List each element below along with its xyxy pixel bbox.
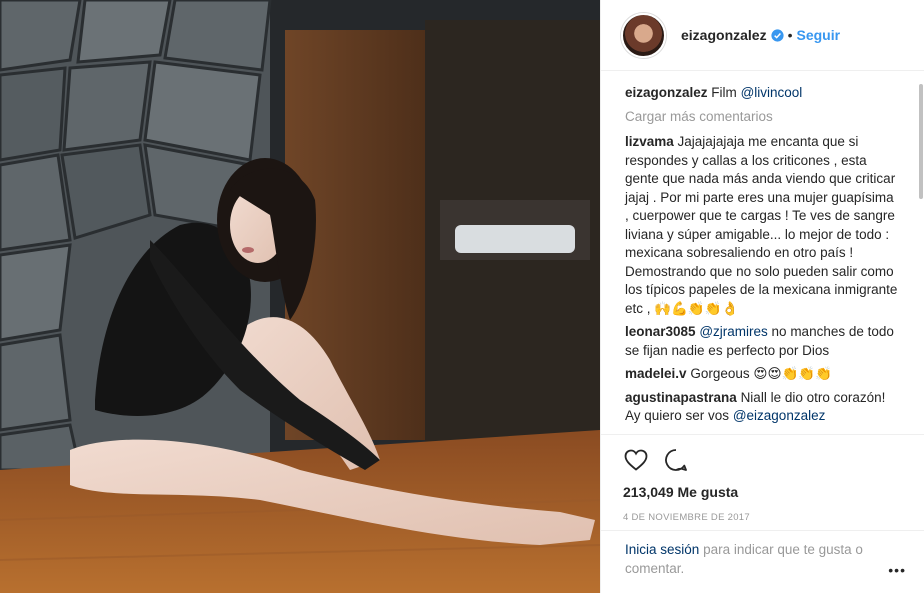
list-item: lizvama Jajajajajaja me encanta que si r… <box>625 133 900 318</box>
photo-illustration <box>0 0 600 593</box>
caption-text: Film <box>711 85 737 100</box>
caption: eizagonzalez Film @livincool <box>625 84 900 103</box>
caption-mention[interactable]: @livincool <box>741 85 803 100</box>
comment-emoji: 🙌💪👏👏👌 <box>654 300 739 317</box>
list-item: leonar3085 @zjramires no manches de todo… <box>625 323 900 360</box>
comment-text: Gorgeous <box>690 366 750 381</box>
caption-author[interactable]: eizagonzalez <box>625 85 708 100</box>
comment-user[interactable]: agustinapastrana <box>625 390 737 405</box>
comment-icon <box>665 449 687 471</box>
comment-text: Jajajajajaja me encanta que si responde​… <box>625 134 898 316</box>
load-more-comments[interactable]: Cargar más comentarios <box>625 108 900 127</box>
like-button[interactable] <box>623 447 649 473</box>
post-photo[interactable] <box>0 0 600 593</box>
avatar[interactable] <box>621 12 666 58</box>
post-header: eizagonzalez • Seguir <box>601 0 924 71</box>
post-date: 4 DE NOVIEMBRE DE 2017 <box>623 512 750 523</box>
comment-mention[interactable]: @zjramires <box>699 324 767 339</box>
comment-user[interactable]: leonar3085 <box>625 324 696 339</box>
comments-list: eizagonzalez Film @livincool Cargar más … <box>601 72 924 434</box>
author-handle[interactable]: eizagonzalez <box>681 27 767 43</box>
comment-mention[interactable]: @eizagonzalez <box>733 408 826 423</box>
separator-dot: • <box>787 27 793 43</box>
follow-button[interactable]: Seguir <box>797 27 841 43</box>
post-sidebar: eizagonzalez • Seguir eizagonzalez Film … <box>600 0 924 593</box>
more-options-icon[interactable]: ••• <box>888 561 906 580</box>
login-prompt: Inicia sesión para indicar que te gusta … <box>601 530 924 578</box>
comment-button[interactable] <box>663 447 689 473</box>
post-actions: 213,049 Me gusta 4 DE NOVIEMBRE DE 2017 <box>601 434 924 523</box>
login-link[interactable]: Inicia sesión <box>625 542 699 557</box>
comment-user[interactable]: madelei.v <box>625 366 687 381</box>
list-item: agustinapastrana Niall le dio otro coraz… <box>625 389 900 426</box>
comment-user[interactable]: lizvama <box>625 134 674 149</box>
comments-scrollbar[interactable] <box>919 84 923 199</box>
like-count[interactable]: 213,049 Me gusta <box>623 484 902 500</box>
list-item: madelei.v Gorgeous 😍😍👏👏👏 <box>625 365 900 384</box>
heart-icon <box>624 449 648 471</box>
comment-emoji: 😍😍👏👏👏 <box>753 366 832 382</box>
verified-icon <box>771 28 784 42</box>
